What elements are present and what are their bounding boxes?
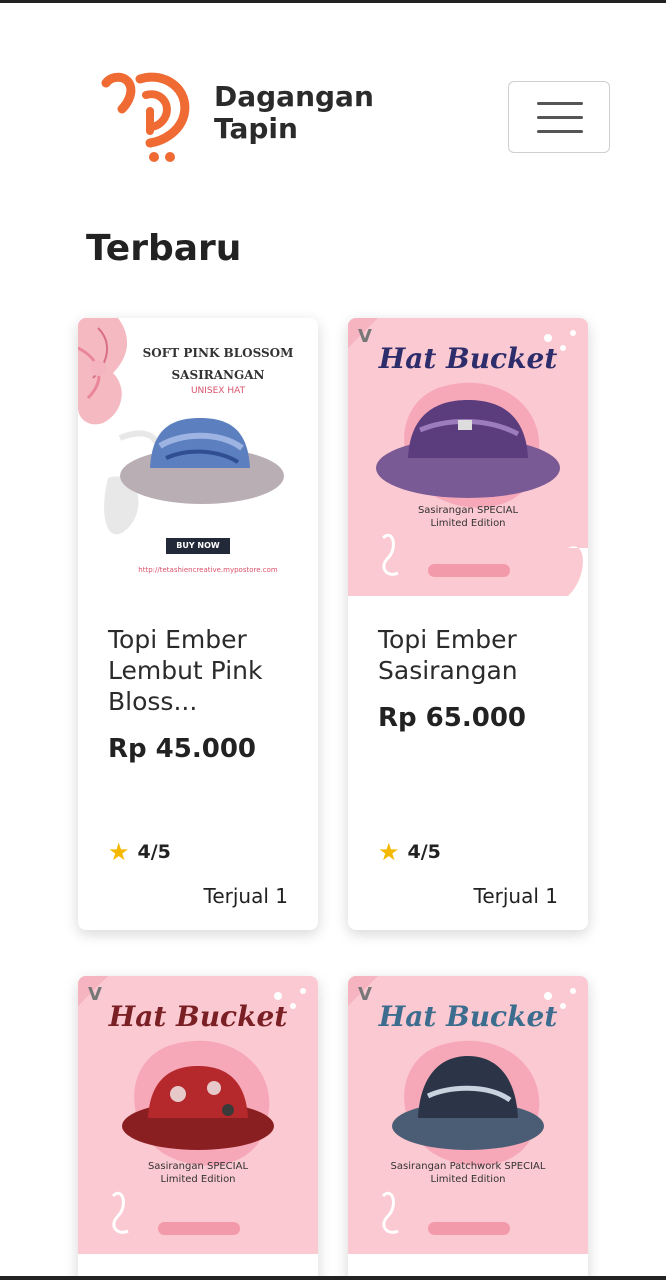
menu-toggle-button[interactable] [508,81,610,153]
rating-value: 4/5 [407,841,441,863]
brand-line-1: Dagangan [214,80,374,113]
sold-count: Terjual 1 [473,884,558,908]
site-header: Dagangan Tapin [0,3,666,231]
product-image[interactable]: SOFT PINK BLOSSOM SASIRANGAN UNISEX HAT … [78,318,318,596]
product-card[interactable]: V Hat Bucket Sasirangan SPECIAL Limited … [348,318,588,930]
hamburger-menu-icon [537,116,583,119]
product-image[interactable]: V Hat Bucket Sasirangan Patchwork SPECIA… [348,976,588,1254]
buy-now-button[interactable]: BUY NOW [166,538,230,554]
star-icon: ★ [108,838,130,866]
hamburger-menu-icon [537,130,583,133]
product-image[interactable]: V Hat Bucket Sasirangan SPECIAL Limited … [78,976,318,1254]
brand-line-2: Tapin [214,112,298,145]
image-caption: Sasirangan SPECIAL Limited Edition [147,1161,249,1185]
image-caption: Sasirangan SPECIAL Limited Edition [417,505,519,529]
image-pill-decoration [158,1222,240,1235]
product-rating: ★ 4/5 [108,840,171,864]
product-price: Rp 65.000 [378,703,527,733]
screen-bottom-edge [0,1276,666,1280]
product-image[interactable]: V Hat Bucket Sasirangan SPECIAL Limited … [348,318,588,596]
product-rating: ★ 4/5 [378,840,441,864]
product-name[interactable]: Topi Ember Lembut Pink Bloss... [108,624,298,717]
product-card[interactable]: SOFT PINK BLOSSOM SASIRANGAN UNISEX HAT … [78,318,318,930]
product-card[interactable]: V Hat Bucket Sasirangan SPECIAL Limited … [78,976,318,1280]
bucket-hat-image [122,1066,274,1150]
brand-name[interactable]: Dagangan Tapin [214,81,374,145]
image-pill-decoration [428,1222,510,1235]
product-price: Rp 45.000 [108,734,257,764]
bucket-hat-image [376,400,560,498]
bucket-hat-image [392,1056,544,1150]
dagangan-tapin-logo-icon[interactable] [100,69,200,165]
store-url: http://tetashiencreative.mypostore.com [138,566,278,574]
star-icon: ★ [378,838,400,866]
hamburger-menu-icon [537,102,583,105]
rating-value: 4/5 [137,841,171,863]
section-title: Terbaru [86,228,242,269]
product-name[interactable]: Topi Ember Sasirangan [378,624,568,686]
bucket-hat-image [120,418,284,504]
product-card[interactable]: V Hat Bucket Sasirangan Patchwork SPECIA… [348,976,588,1280]
image-caption: Sasirangan Patchwork SPECIAL Limited Edi… [390,1161,546,1185]
image-pill-decoration [428,564,510,577]
sold-count: Terjual 1 [203,884,288,908]
